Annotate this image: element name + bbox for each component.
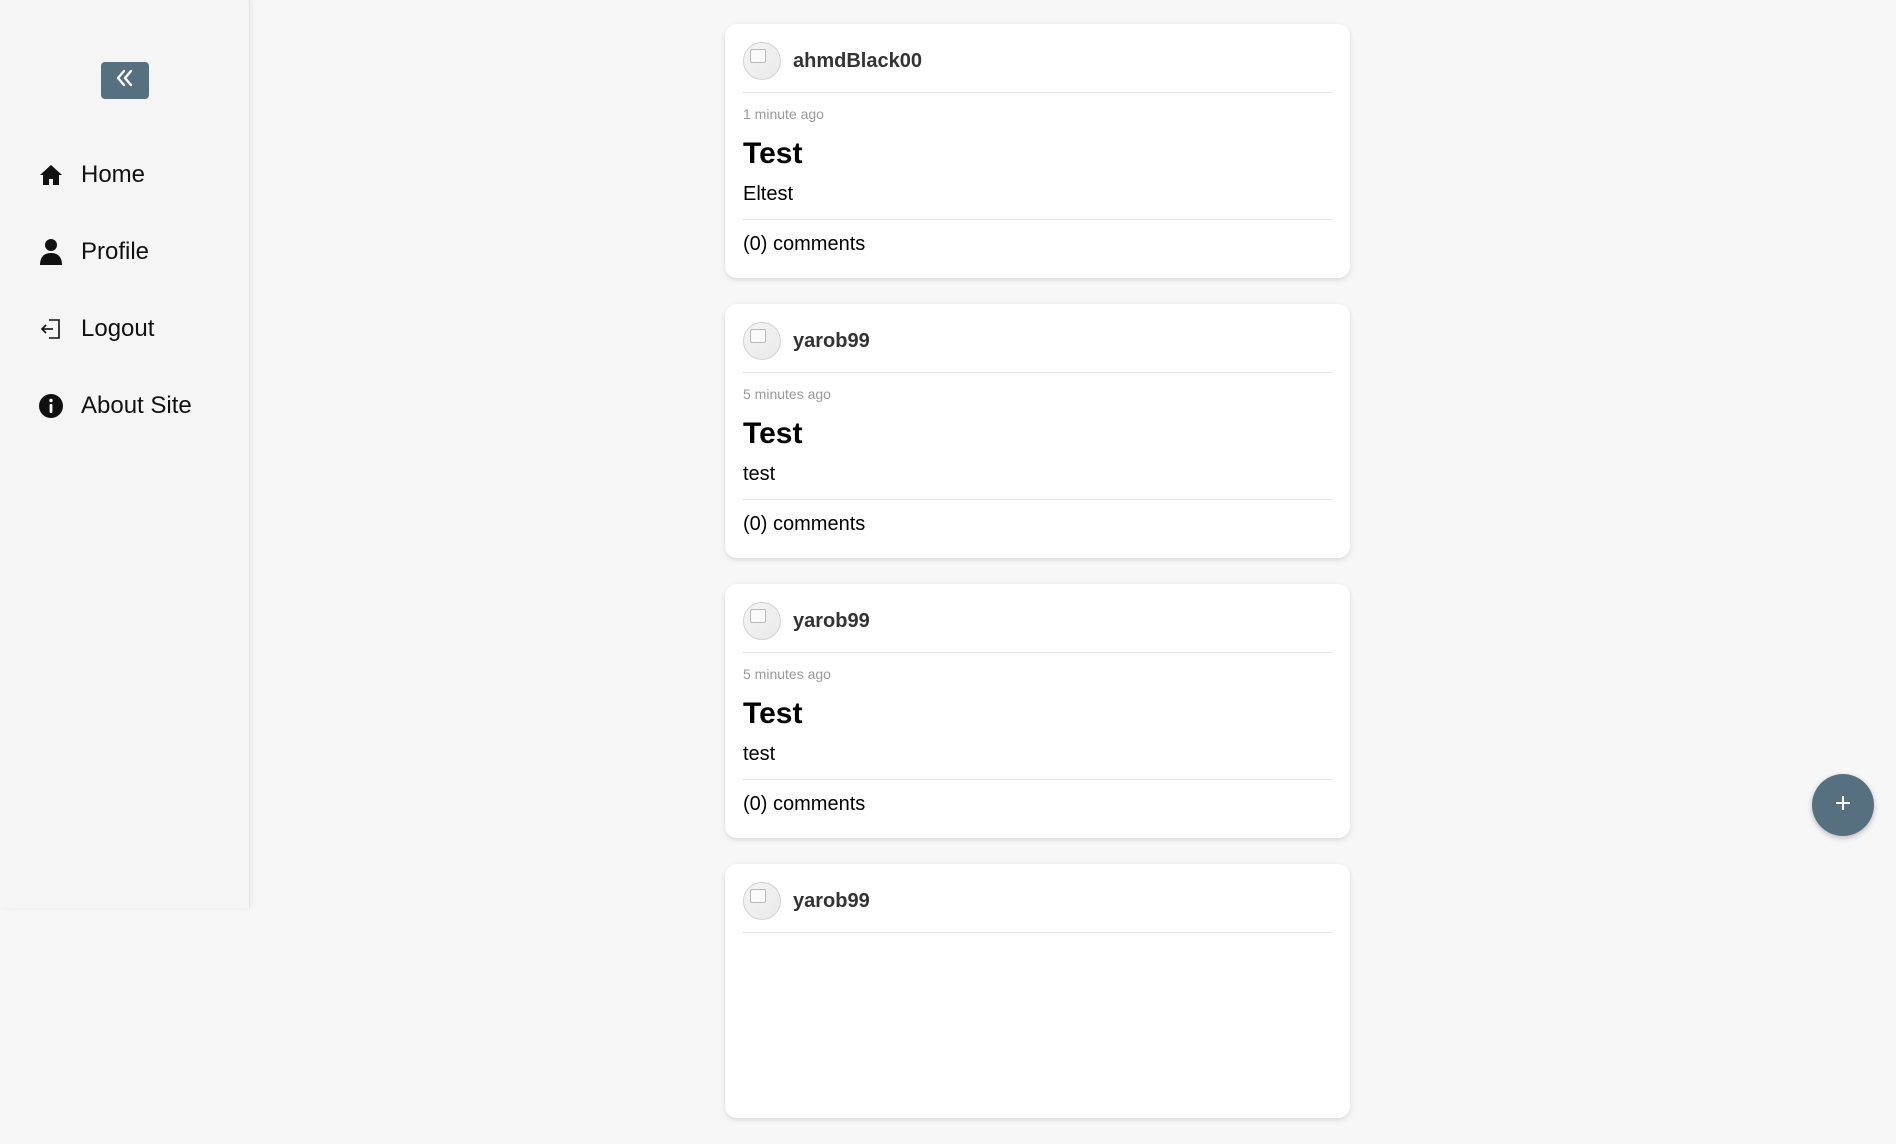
post-comments-link[interactable]: (0) comments [743,793,1332,816]
post-header: yarob99 [743,322,1332,373]
avatar[interactable] [743,602,781,640]
post-username[interactable]: yarob99 [793,330,870,353]
sidebar-item-logout[interactable]: Logout [38,309,192,349]
post-header: ahmdBlack00 [743,42,1332,93]
sidebar-item-label: About Site [81,392,192,419]
create-post-button[interactable] [1812,774,1874,836]
post-timestamp: 5 minutes ago [743,386,831,402]
post-header: yarob99 [743,602,1332,653]
plus-icon [1833,793,1853,818]
post-username[interactable]: ahmdBlack00 [793,50,922,73]
post-card[interactable]: ahmdBlack00 1 minute ago Test Eltest (0)… [725,24,1350,278]
post-card[interactable]: yarob99 5 minutes ago Test test (0) comm… [725,584,1350,838]
sidebar-item-profile[interactable]: Profile [38,232,192,272]
post-comments-link[interactable]: (0) comments [743,233,1332,256]
double-chevron-left-icon [115,69,135,92]
post-title: Test [743,417,803,450]
avatar[interactable] [743,42,781,80]
post-card[interactable]: yarob99 [725,864,1350,1118]
sidebar-item-about-site[interactable]: About Site [38,386,192,426]
post-card[interactable]: yarob99 5 minutes ago Test test (0) comm… [725,304,1350,558]
user-icon [38,239,64,265]
post-username[interactable]: yarob99 [793,890,870,913]
sidebar-item-home[interactable]: Home [38,155,192,195]
post-title: Test [743,137,803,170]
collapse-sidebar-button[interactable] [101,62,149,99]
post-body: test [743,743,1332,780]
sidebar-item-label: Home [81,161,146,188]
post-body: test [743,463,1332,500]
sidebar-item-label: Logout [81,315,155,342]
post-feed: ahmdBlack00 1 minute ago Test Eltest (0)… [725,24,1350,1144]
post-timestamp: 5 minutes ago [743,666,831,682]
avatar[interactable] [743,882,781,920]
info-icon [38,393,64,419]
avatar[interactable] [743,322,781,360]
sidebar-item-label: Profile [81,238,150,265]
post-username[interactable]: yarob99 [793,610,870,633]
sidebar: Home Profile Logout About Site [0,0,250,908]
logout-icon [38,316,64,342]
post-timestamp: 1 minute ago [743,106,824,122]
post-title: Test [743,697,803,730]
post-body: Eltest [743,183,1332,220]
home-icon [38,162,64,188]
post-comments-link[interactable]: (0) comments [743,513,1332,536]
sidebar-nav: Home Profile Logout About Site [38,155,192,463]
